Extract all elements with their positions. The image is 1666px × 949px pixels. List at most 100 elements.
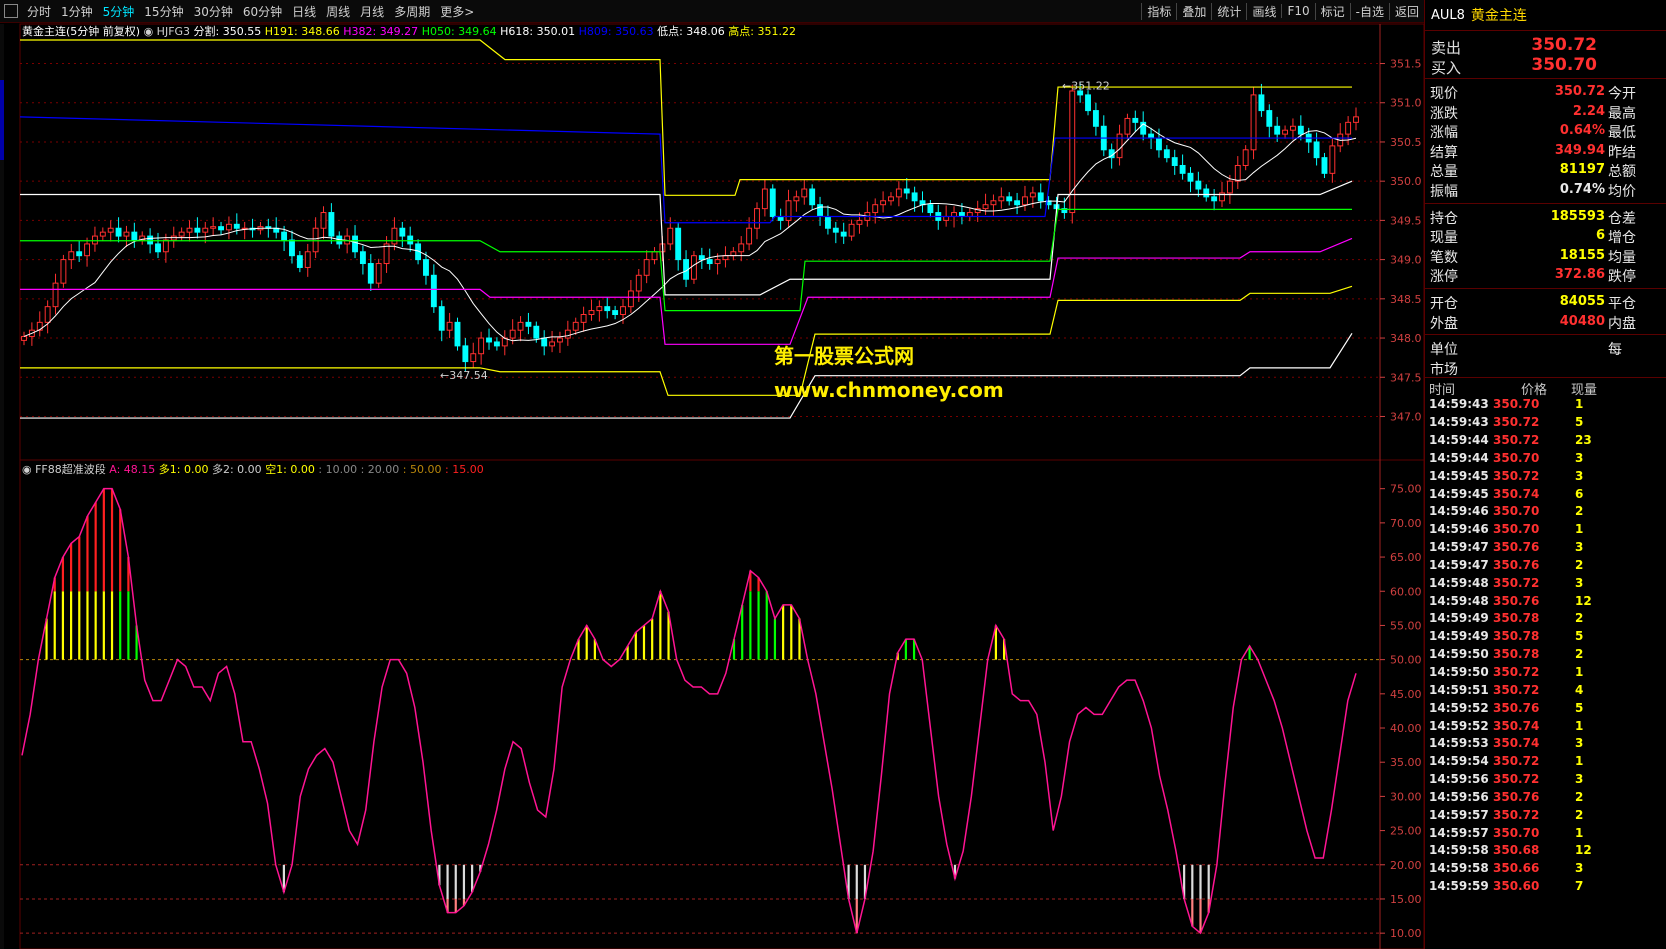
stat-label: 外盘 [1430, 315, 1458, 332]
candle-body [1171, 157, 1178, 166]
candle-body [1124, 117, 1131, 135]
candle-body [493, 341, 500, 347]
candle-body [667, 227, 674, 245]
divider [1425, 78, 1666, 79]
tick-vol: 5 [1575, 700, 1584, 715]
sub-panel-frame [19, 459, 1424, 949]
stats-block-price: 现价 350.72 今开 涨跌 2.24 最高 涨幅 0.64% 最低 结算 349.94 昨结 总量 8… [1425, 82, 1666, 200]
candle-body [478, 337, 485, 355]
tick-row: 14:59:52 350.74 1 [1425, 718, 1666, 736]
stat-label: 涨幅 [1430, 125, 1458, 142]
stat-row: 总量 81197 总额 [1425, 160, 1666, 180]
candle-body [990, 200, 997, 206]
candle-body [840, 231, 847, 237]
tick-row: 14:59:53 350.74 3 [1425, 735, 1666, 753]
main-axis-label: 347.5 [1390, 371, 1422, 384]
tick-price: 350.74 [1493, 486, 1540, 501]
tick-row: 14:59:49 350.78 5 [1425, 628, 1666, 646]
tick-row: 14:59:44 350.72 23 [1425, 432, 1666, 450]
stat-label: 持仓 [1430, 210, 1458, 227]
stat-label-2: 跌停 [1608, 269, 1636, 286]
tick-price: 350.76 [1493, 557, 1540, 572]
candle-body [1211, 196, 1218, 202]
tick-price: 350.72 [1493, 682, 1540, 697]
candle-body [446, 321, 453, 331]
tick-vol: 3 [1575, 450, 1584, 465]
symbol-name[interactable]: 黄金主连 [1465, 5, 1527, 25]
main-axis-label: 348.0 [1390, 332, 1422, 345]
chart-canvas[interactable]: 347.0 347.5 348.0 348.5 349.0 349.5 350.0 350.5… [0, 0, 1424, 949]
tick-row: 14:59:48 350.72 3 [1425, 575, 1666, 593]
tick-vol: 1 [1575, 522, 1584, 537]
candle-body [1029, 192, 1036, 198]
candle-body [738, 243, 745, 253]
stat-row: 现量 6 增仓 [1425, 226, 1666, 246]
divider [1425, 287, 1666, 289]
tick-row: 14:59:49 350.78 2 [1425, 610, 1666, 628]
tick-time: 14:59:57 [1429, 807, 1489, 822]
tick-time: 14:59:43 [1429, 415, 1489, 430]
tick-time: 14:59:49 [1429, 611, 1489, 626]
candle-body [525, 321, 532, 327]
tick-time: 14:59:52 [1429, 700, 1489, 715]
tick-price: 350.70 [1493, 504, 1540, 519]
sub-axis-label: 40.00 [1390, 722, 1422, 735]
candle-body [1282, 129, 1289, 135]
tick-row: 14:59:47 350.76 2 [1425, 557, 1666, 575]
tick-time: 14:59:47 [1429, 557, 1489, 572]
stat-value: 84055 [1559, 293, 1605, 309]
candle-body [651, 251, 658, 261]
tick-price: 350.76 [1493, 593, 1540, 608]
watermark-url: www.chnmoney.com [774, 378, 1004, 402]
tick-vol: 3 [1575, 575, 1584, 590]
stat-label: 现价 [1430, 86, 1458, 102]
tick-table[interactable]: 14:59:43 350.70 1 14:59:43 350.72 5 14:59:44 35… [1425, 396, 1666, 896]
main-axis-label: 347.0 [1390, 410, 1422, 423]
stat-label-2: 今开 [1608, 86, 1636, 102]
sub-axis-label: 55.00 [1390, 619, 1422, 632]
candle-body [367, 263, 374, 284]
candle-body [1037, 192, 1044, 202]
stat-value: 185593 [1550, 208, 1605, 224]
stat-row: 现价 350.72 今开 [1425, 82, 1666, 102]
stat-label: 笔数 [1430, 249, 1458, 266]
candle-body [486, 337, 492, 343]
candle-body [785, 200, 792, 221]
stat-label-2: 平仓 [1608, 295, 1636, 312]
tick-time: 14:59:54 [1429, 754, 1489, 769]
candle-body [620, 306, 626, 316]
candle-body [549, 341, 556, 347]
sell-quote: 卖出 350.72 [1425, 35, 1666, 57]
stat-value: 18155 [1559, 247, 1605, 263]
candle-body [1156, 137, 1162, 151]
fib-809-line [19, 116, 1352, 224]
stat-row: 涨停 372.86 跌停 [1425, 265, 1666, 285]
candle-body [99, 231, 106, 237]
stat-row: 涨跌 2.24 最高 [1425, 102, 1666, 122]
moving-average-line [23, 123, 1357, 342]
stat-label: 振幅 [1430, 183, 1458, 200]
stat-row: 笔数 18155 均量 [1425, 246, 1666, 266]
tick-time: 14:59:52 [1429, 718, 1489, 733]
tick-time: 14:59:58 [1429, 861, 1489, 876]
main-axis-label: 351.0 [1390, 97, 1422, 110]
stat-label: 开仓 [1430, 295, 1458, 312]
stats-block-market: 单位 每市场 [1425, 338, 1666, 378]
candle-body [375, 263, 382, 284]
candle-body [604, 306, 611, 312]
tick-row: 14:59:46 350.70 1 [1425, 521, 1666, 539]
stat-value: 0.64% [1559, 123, 1605, 139]
stat-label: 市场 [1430, 361, 1458, 378]
header-item: 低点: 348.06 [657, 25, 728, 38]
tick-row: 14:59:56 350.72 3 [1425, 771, 1666, 789]
candle-body [1274, 125, 1281, 135]
tick-vol: 1 [1575, 397, 1584, 412]
tick-price: 350.60 [1493, 879, 1540, 894]
stat-label-2: 最低 [1608, 125, 1636, 142]
candle-body [1187, 172, 1194, 182]
candle-body [998, 196, 1005, 202]
tick-vol: 3 [1575, 468, 1584, 483]
tick-time: 14:59:50 [1429, 647, 1489, 662]
candle-body [895, 188, 902, 198]
candle-body [1321, 157, 1328, 174]
